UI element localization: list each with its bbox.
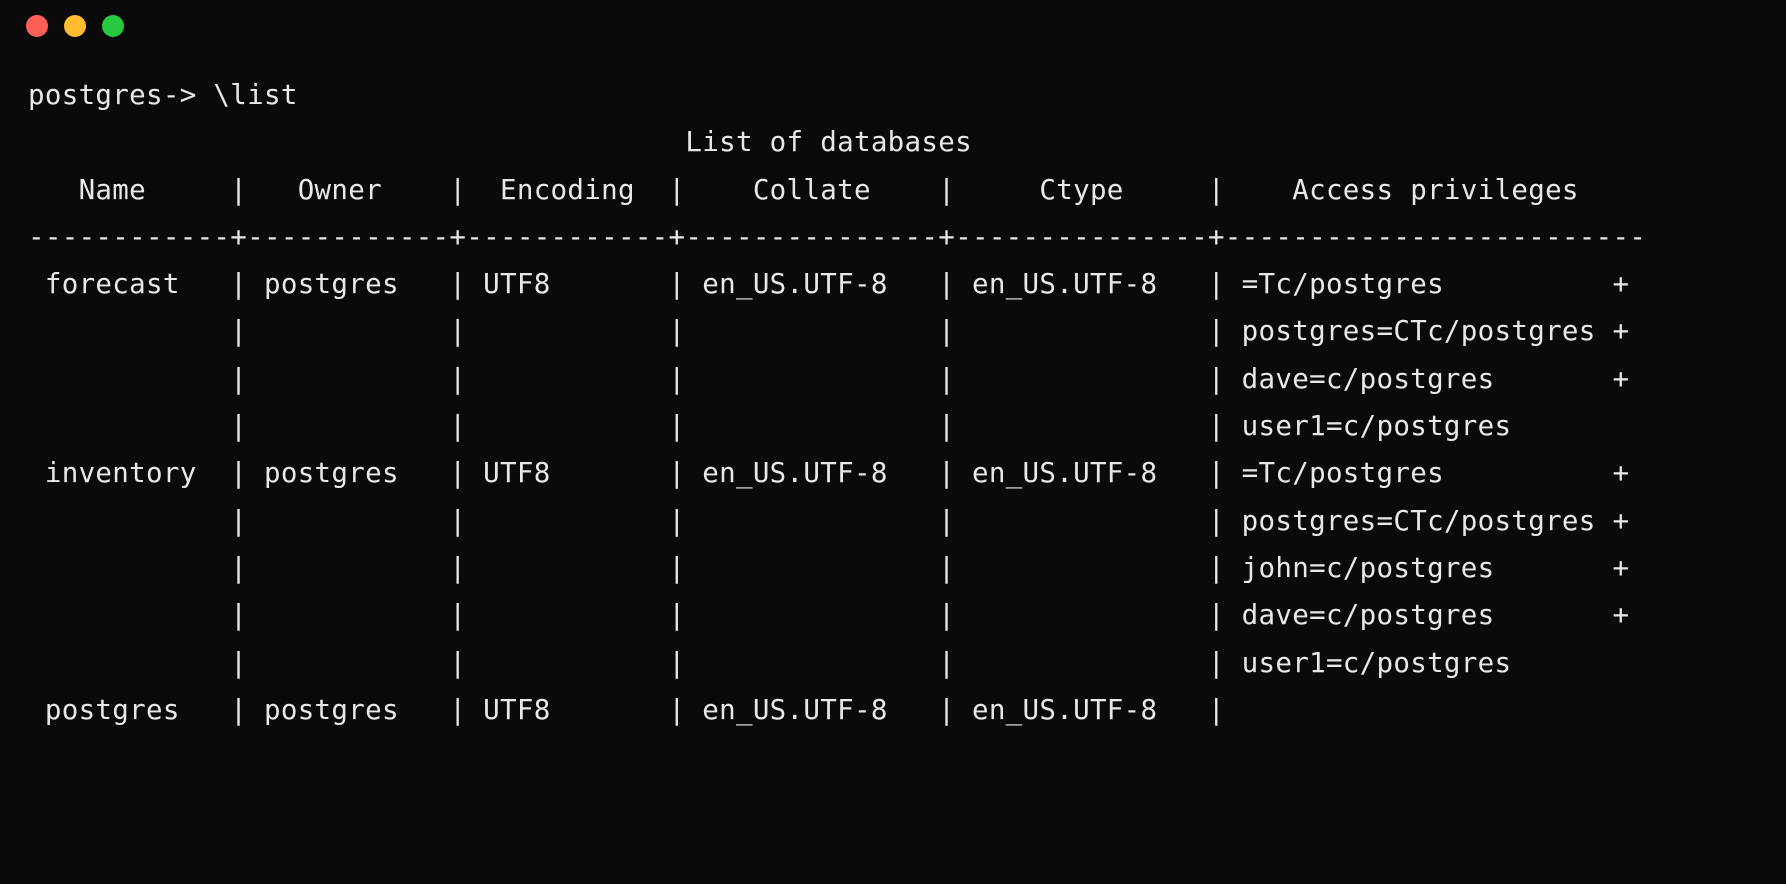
terminal-window: postgres-> \list List of databases Name … — [0, 0, 1786, 884]
close-icon[interactable] — [26, 15, 48, 37]
minimize-icon[interactable] — [64, 15, 86, 37]
title-bar — [0, 0, 1786, 52]
maximize-icon[interactable] — [102, 15, 124, 37]
terminal-output[interactable]: postgres-> \list List of databases Name … — [0, 52, 1786, 734]
